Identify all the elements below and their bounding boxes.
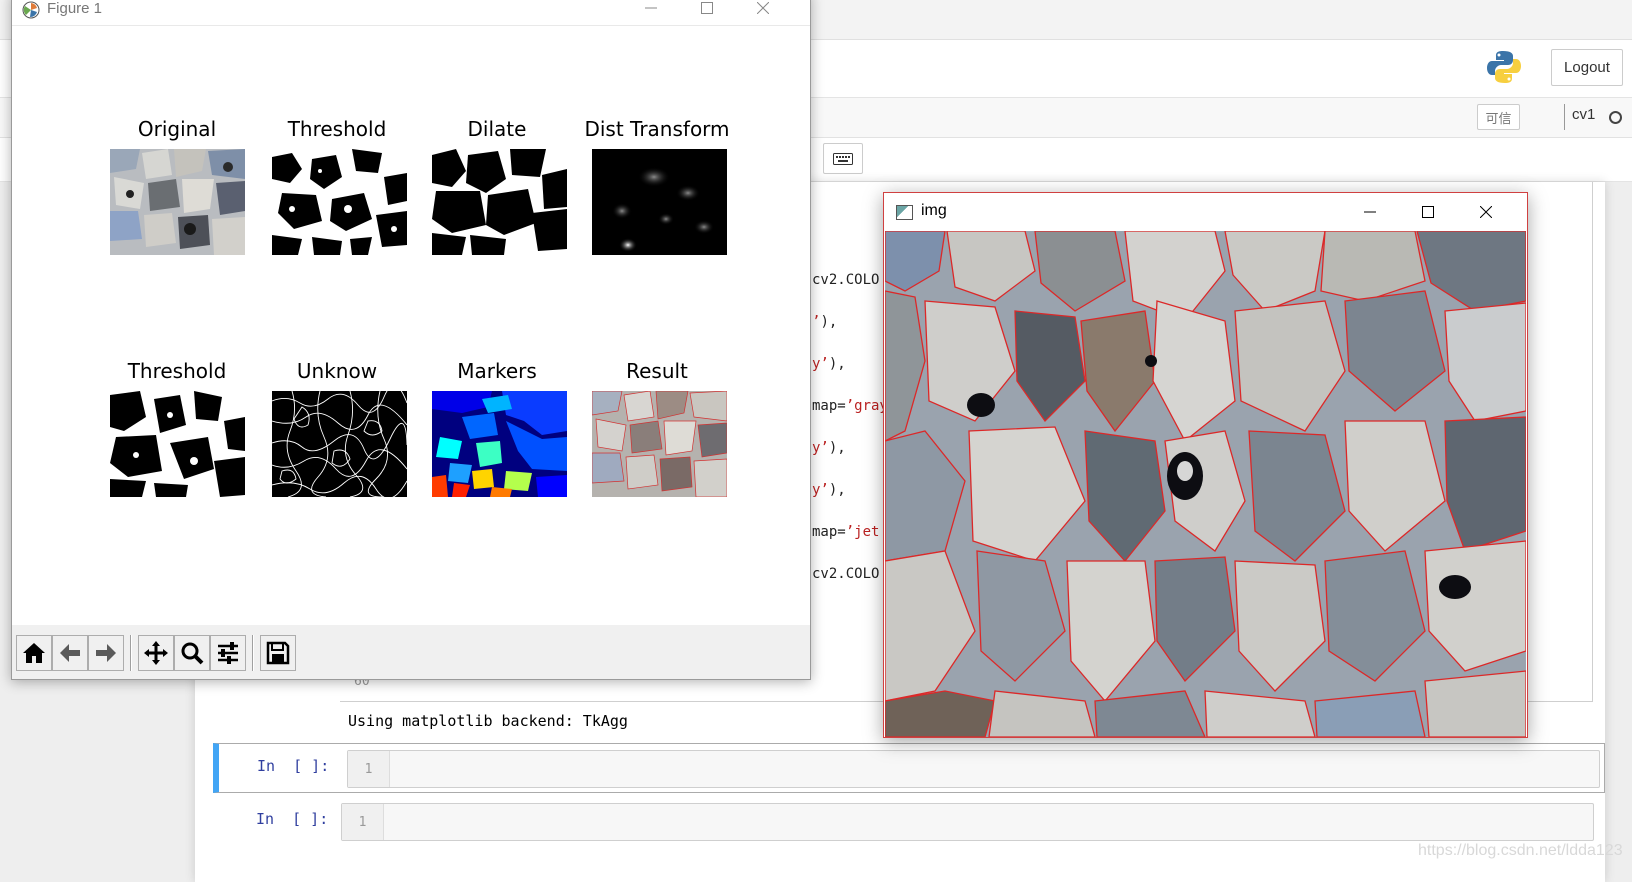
maximize-button[interactable] bbox=[1405, 197, 1451, 227]
close-button[interactable] bbox=[740, 0, 786, 23]
logout-button[interactable]: Logout bbox=[1551, 49, 1623, 86]
code-line: y’), bbox=[812, 440, 846, 456]
subplot-dilate-image bbox=[432, 149, 567, 255]
subplot-title-result: Result bbox=[626, 359, 688, 383]
zoom-icon bbox=[181, 642, 204, 665]
pan-icon bbox=[144, 641, 168, 665]
minimize-icon bbox=[1364, 211, 1376, 213]
maximize-button[interactable] bbox=[684, 0, 730, 23]
subplot-result-image bbox=[592, 391, 727, 497]
subplot-threshold-image bbox=[272, 149, 407, 255]
keyboard-shortcuts-button[interactable] bbox=[823, 143, 863, 174]
home-button[interactable] bbox=[16, 635, 52, 671]
cell-input[interactable]: 1 bbox=[341, 803, 1594, 841]
minimize-button[interactable] bbox=[1347, 197, 1393, 227]
kernel-idle-indicator-icon bbox=[1609, 111, 1622, 124]
zoom-button[interactable] bbox=[174, 635, 210, 671]
save-icon bbox=[266, 641, 290, 665]
subplot-threshold-2-image bbox=[110, 391, 245, 497]
code-cell[interactable]: In [ ]: 1 bbox=[213, 797, 1605, 847]
save-button[interactable] bbox=[260, 635, 296, 671]
subplot-dist-transform-image bbox=[592, 149, 727, 255]
home-icon bbox=[23, 643, 45, 663]
pan-button[interactable] bbox=[138, 635, 174, 671]
subplot-unknow-image bbox=[272, 391, 407, 497]
cell-prompt: In [ ]: bbox=[256, 810, 329, 828]
line-number: 1 bbox=[358, 814, 367, 830]
kernel-separator bbox=[1564, 104, 1565, 130]
minimize-icon bbox=[645, 7, 657, 9]
cell-input[interactable]: 1 bbox=[347, 750, 1600, 788]
window-title: img bbox=[921, 202, 947, 219]
code-line: y’), bbox=[812, 482, 846, 498]
close-icon bbox=[1480, 206, 1492, 218]
minimize-button[interactable] bbox=[628, 0, 674, 23]
forward-button[interactable] bbox=[88, 635, 124, 671]
toolbar-separator bbox=[252, 635, 254, 671]
code-line: y’), bbox=[812, 356, 846, 372]
configure-subplots-icon bbox=[218, 642, 238, 664]
keyboard-icon bbox=[833, 152, 853, 165]
matplotlib-logo-icon bbox=[22, 1, 40, 19]
window-title: Figure 1 bbox=[47, 0, 103, 17]
figure-window-titlebar[interactable]: Figure 1 bbox=[12, 0, 810, 26]
kernel-name[interactable]: cv1 bbox=[1572, 106, 1595, 123]
cell-prompt: In [ ]: bbox=[257, 757, 330, 775]
code-line: map=’jet bbox=[812, 524, 880, 540]
trusted-badge[interactable]: 可信 bbox=[1477, 104, 1520, 130]
img-window-titlebar[interactable]: img bbox=[884, 193, 1527, 231]
python-logo-icon bbox=[1487, 51, 1521, 83]
code-line: cv2.COLO bbox=[812, 566, 880, 582]
code-line: map=’gray bbox=[812, 398, 888, 414]
configure-subplots-button[interactable] bbox=[210, 635, 246, 671]
back-button[interactable] bbox=[52, 635, 88, 671]
subplot-title-dist-transform: Dist Transform bbox=[584, 117, 730, 141]
csdn-watermark: https://blog.csdn.net/ldda123 bbox=[1418, 842, 1623, 859]
subplot-markers-image bbox=[432, 391, 567, 497]
figure-navigation-toolbar bbox=[12, 625, 810, 679]
code-line: ’), bbox=[812, 314, 838, 330]
toolbar-separator bbox=[130, 635, 132, 671]
cell-output-text: Using matplotlib backend: TkAgg bbox=[348, 712, 628, 730]
code-cell-selected[interactable]: In [ ]: 1 bbox=[213, 743, 1605, 793]
segmentation-result-image bbox=[885, 231, 1526, 737]
img-window[interactable]: img bbox=[883, 192, 1528, 738]
maximize-icon bbox=[1422, 206, 1434, 218]
maximize-icon bbox=[701, 2, 713, 14]
back-arrow-icon bbox=[60, 644, 80, 662]
line-number: 1 bbox=[364, 761, 373, 777]
figure-1-window[interactable]: Figure 1 Original Threshold Dilate Dist … bbox=[11, 0, 811, 680]
code-line: cv2.COLO bbox=[812, 272, 880, 288]
close-button[interactable] bbox=[1463, 197, 1509, 227]
close-icon bbox=[757, 2, 769, 14]
forward-arrow-icon bbox=[96, 644, 116, 662]
opencv-window-icon bbox=[896, 205, 913, 220]
subplot-original-image bbox=[110, 149, 245, 255]
